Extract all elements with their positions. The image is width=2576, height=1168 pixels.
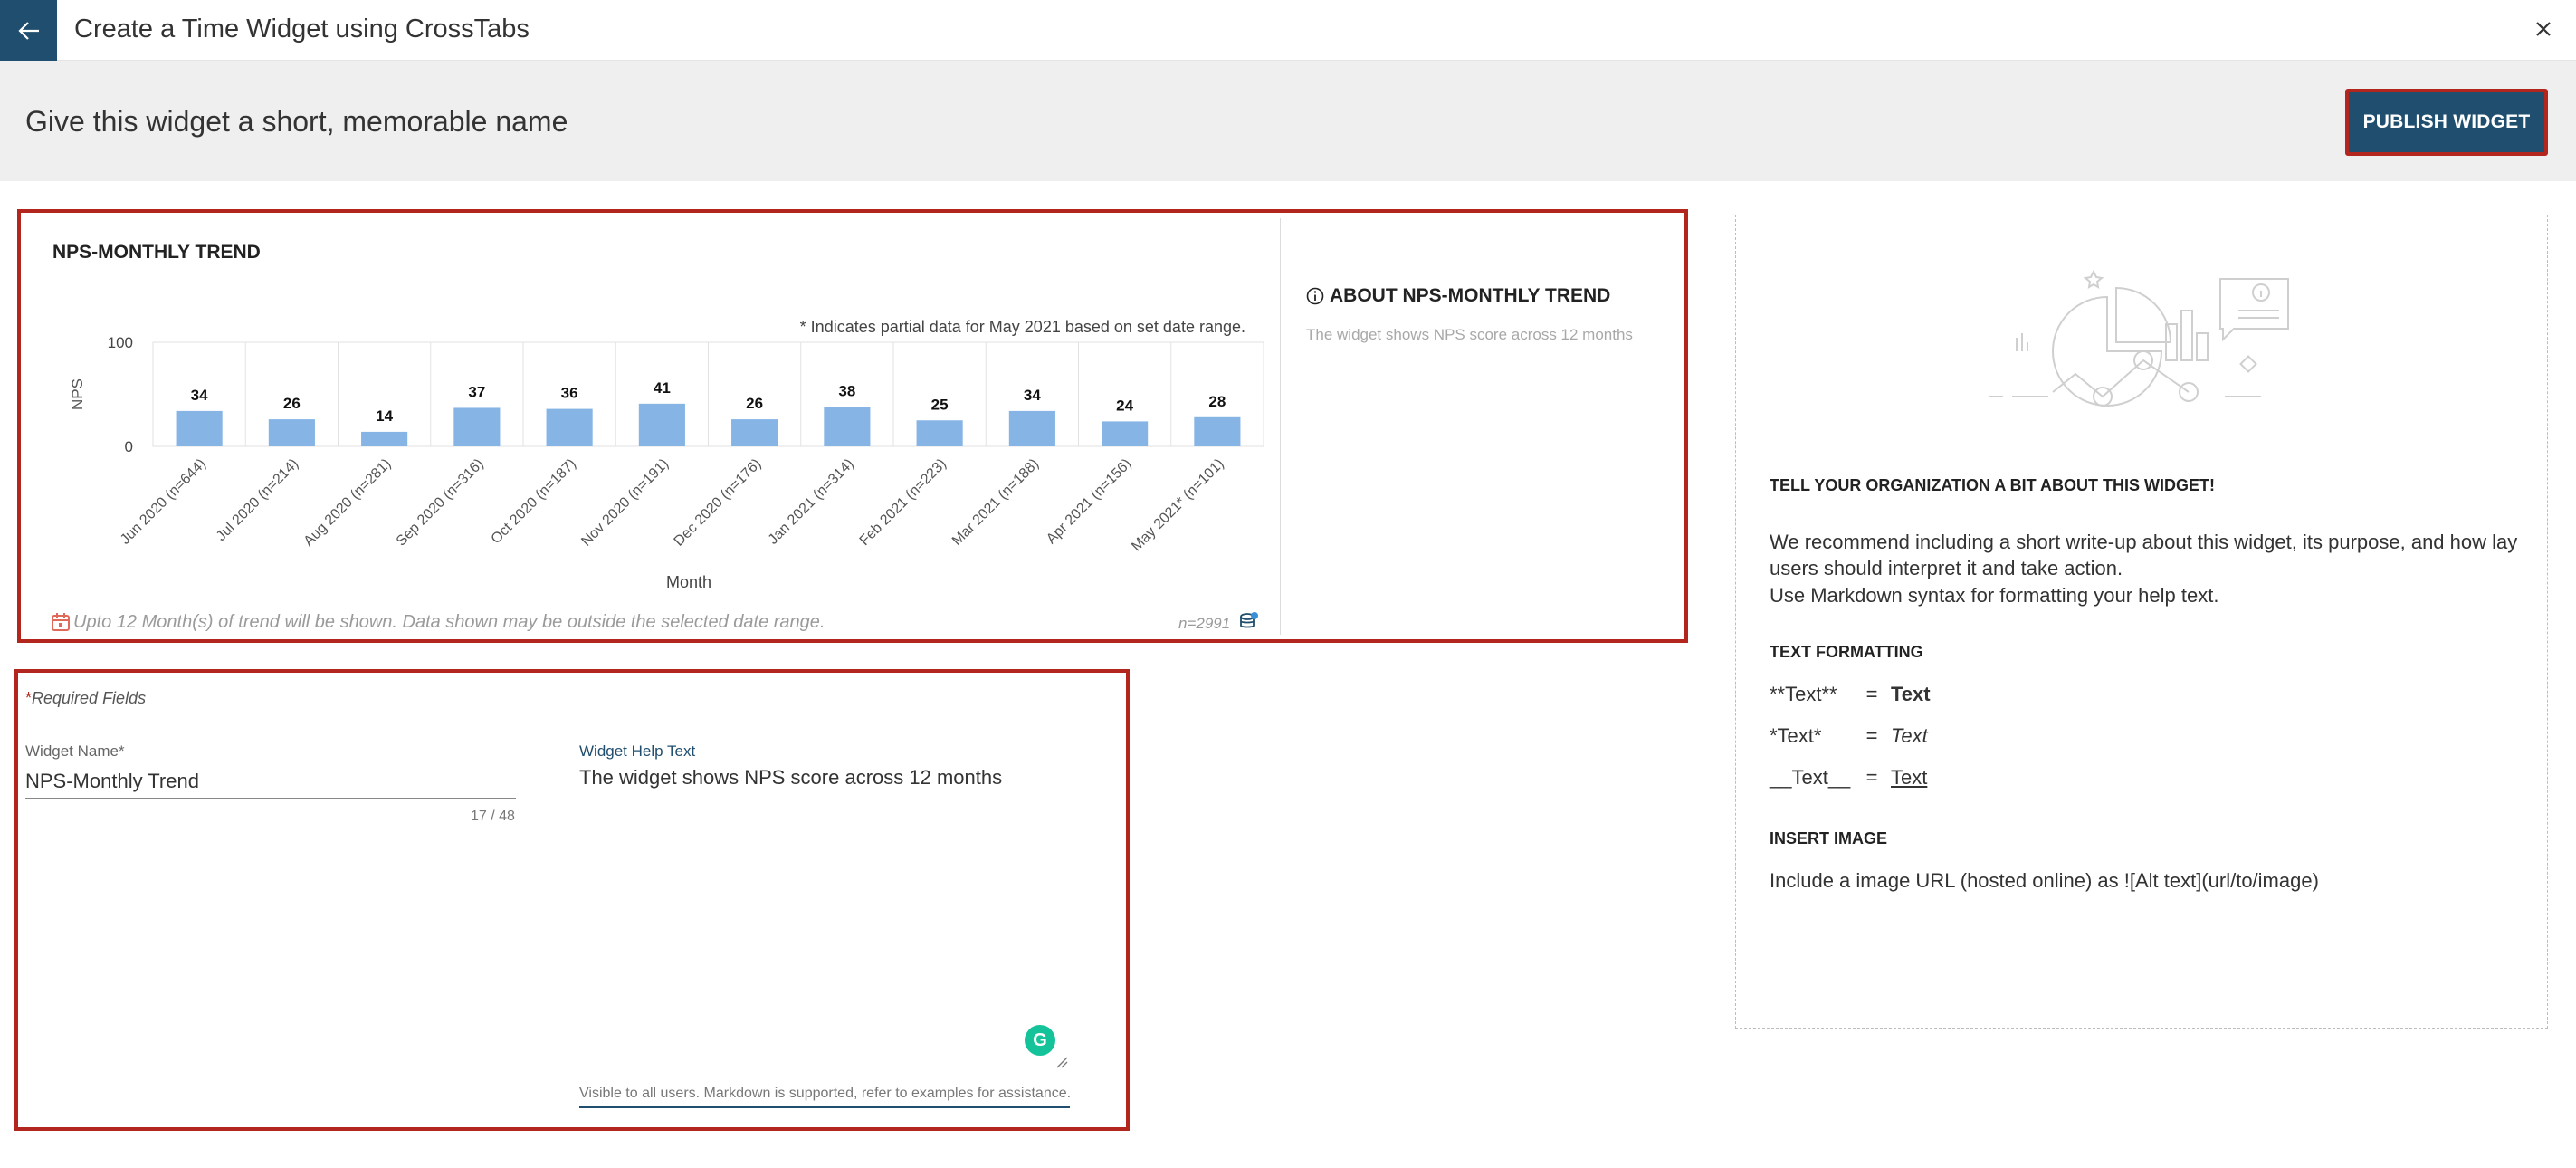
trend-footer-note: Upto 12 Month(s) of trend will be shown.…: [73, 612, 825, 632]
database-icon[interactable]: [1239, 611, 1259, 631]
x-tick-label: Jul 2020 (n=214): [214, 456, 301, 544]
bar: [1194, 416, 1241, 446]
top-bar: Create a Time Widget using CrossTabs: [0, 0, 2576, 61]
bar: [1102, 421, 1149, 446]
y-tick-label: 100: [108, 334, 133, 351]
bar: [546, 408, 593, 446]
required-fields-note: *Required Fields: [25, 689, 146, 708]
x-axis-label: Month: [666, 573, 711, 591]
widget-name-band: Give this widget a short, memorable name…: [0, 61, 2576, 181]
x-tick-label: Apr 2021 (n=156): [1044, 456, 1134, 547]
about-title-text: ABOUT NPS-MONTHLY TREND: [1330, 285, 1611, 306]
format-equals: =: [1865, 683, 1878, 705]
x-tick-label: Feb 2021 (n=223): [857, 456, 949, 549]
bar-value-label: 28: [1208, 393, 1226, 410]
insert-image-heading: INSERT IMAGE: [1770, 829, 1888, 847]
bar-value-label: 14: [376, 407, 393, 425]
resize-handle-icon[interactable]: [1055, 1056, 1068, 1068]
sample-size: n=2991: [1178, 615, 1231, 632]
bar-value-label: 36: [561, 385, 578, 402]
format-result-underline: Text: [1891, 766, 1928, 789]
widget-form: *Required Fields Widget Name* 17 / 48 Wi…: [14, 669, 1130, 1131]
format-result-bold: Text: [1891, 683, 1931, 705]
help-heading: TELL YOUR ORGANIZATION A BIT ABOUT THIS …: [1770, 476, 2215, 494]
help-paragraph: We recommend including a short write-up …: [1770, 531, 2518, 579]
page-title: Create a Time Widget using CrossTabs: [74, 14, 530, 43]
x-tick-label: Jun 2020 (n=644): [118, 456, 209, 548]
back-button[interactable]: [0, 0, 57, 61]
close-button[interactable]: [2529, 14, 2558, 43]
widget-name-input[interactable]: [25, 764, 516, 799]
format-equals: =: [1865, 724, 1878, 747]
widget-help-label: Widget Help Text: [579, 742, 696, 760]
help-panel: TELL YOUR ORGANIZATION A BIT ABOUT THIS …: [1735, 215, 2548, 1029]
x-tick-label: Dec 2020 (n=176): [672, 456, 765, 550]
help-markdown-note: Use Markdown syntax for formatting your …: [1770, 584, 2219, 607]
format-syntax: *Text*: [1770, 724, 1822, 747]
close-icon: [2536, 22, 2551, 36]
bar-value-label: 34: [1024, 387, 1041, 404]
widget-name-prompt[interactable]: Give this widget a short, memorable name: [25, 103, 568, 139]
about-title: ABOUT NPS-MONTHLY TREND: [1306, 285, 1610, 307]
format-row-underline: __Text__ = Text: [1770, 766, 1927, 790]
info-icon: [1306, 287, 1324, 305]
x-tick-label: May 2021* (n=101): [1129, 456, 1227, 555]
chart-panel: NPS-MONTHLY TREND * Indicates partial da…: [26, 218, 1281, 635]
bar-value-label: 26: [746, 395, 763, 412]
x-tick-label: Aug 2020 (n=281): [301, 456, 395, 550]
x-tick-label: Mar 2021 (n=188): [949, 456, 1042, 549]
required-fields-text: Required Fields: [32, 689, 147, 707]
x-tick-label: Sep 2020 (n=316): [394, 456, 487, 550]
widget-help-textarea[interactable]: The widget shows NPS score across 12 mon…: [579, 764, 1070, 1108]
x-tick-label: Nov 2020 (n=191): [578, 456, 672, 550]
x-tick-label: Oct 2020 (n=187): [489, 456, 579, 547]
help-text-hint: Visible to all users. Markdown is suppor…: [579, 1086, 1072, 1101]
format-row-bold: **Text** = Text: [1770, 683, 1931, 706]
format-syntax: __Text__: [1770, 766, 1851, 789]
x-tick-label: Jan 2021 (n=314): [766, 456, 857, 548]
insert-image-text: Include a image URL (hosted online) as !…: [1770, 869, 2319, 892]
widget-preview: NPS-MONTHLY TREND * Indicates partial da…: [17, 209, 1688, 643]
required-star: *: [25, 689, 33, 707]
bar: [361, 431, 408, 446]
bar: [916, 420, 963, 446]
y-axis-label: NPS: [69, 378, 86, 410]
nps-bar-chart: 100 0 NPS 34 Jun 2020 (n=644) 26 Jul 2020 (n=2…: [69, 334, 1264, 591]
bar: [731, 419, 778, 446]
bar-value-label: 34: [191, 387, 208, 404]
publish-widget-button[interactable]: PUBLISH WIDGET: [2345, 89, 2548, 156]
text-formatting-heading: TEXT FORMATTING: [1770, 643, 1923, 661]
format-result-italic: Text: [1891, 724, 1928, 747]
bar: [453, 407, 501, 446]
bar-value-label: 41: [654, 379, 671, 397]
format-row-italic: *Text* = Text: [1770, 724, 1928, 748]
bar: [824, 407, 871, 446]
format-equals: =: [1865, 766, 1878, 789]
bar: [268, 419, 315, 446]
analytics-illustration: [1989, 269, 2289, 407]
character-counter: 17 / 48: [471, 809, 515, 824]
bar: [638, 403, 685, 446]
widget-name-label: Widget Name*: [25, 742, 125, 760]
calendar-icon: [52, 613, 70, 631]
grammarly-icon[interactable]: G: [1025, 1025, 1055, 1056]
bar-value-label: 26: [283, 395, 301, 412]
bar: [1008, 410, 1055, 446]
bar-value-label: 38: [838, 382, 855, 399]
y-tick-label: 0: [125, 438, 133, 455]
bar-value-label: 25: [931, 396, 949, 413]
bar-value-label: 37: [468, 383, 485, 400]
bar-value-label: 24: [1116, 397, 1133, 414]
about-text: The widget shows NPS score across 12 mon…: [1306, 326, 1633, 343]
bar: [176, 410, 223, 446]
arrow-left-icon: [17, 21, 39, 40]
format-syntax: **Text**: [1770, 683, 1837, 705]
